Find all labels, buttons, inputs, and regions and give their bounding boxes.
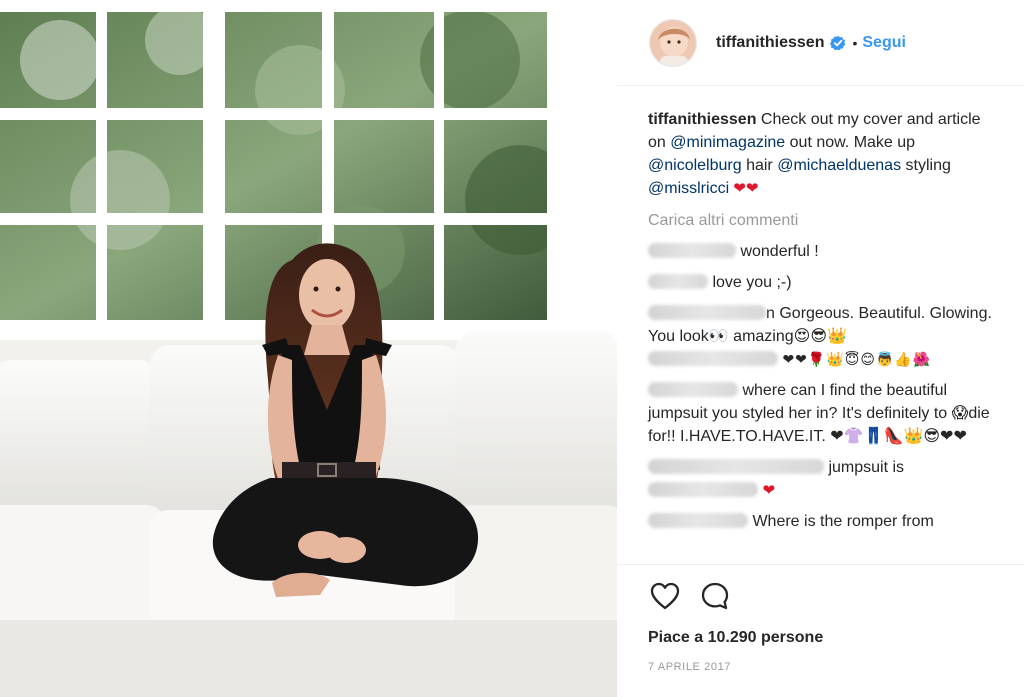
blurred-mention[interactable] <box>648 382 738 397</box>
caption-text: styling <box>901 157 951 174</box>
blurred-mention[interactable] <box>648 351 778 366</box>
post-photo[interactable] <box>0 0 617 697</box>
comments-list[interactable]: tiffanithiessen Check out my cover and a… <box>617 86 1024 564</box>
comment-text: jumpsuit is <box>824 459 905 476</box>
caption-username[interactable]: tiffanithiessen <box>648 111 756 128</box>
comment-item: love you ;-) <box>648 271 996 294</box>
blurred-mention[interactable] <box>648 482 758 497</box>
likes-count[interactable]: Piace a 10.290 persone <box>648 629 1024 647</box>
mention-link[interactable]: @misslricci <box>648 180 729 197</box>
post-date[interactable]: 7 APRILE 2017 <box>648 661 1024 673</box>
comment-bubble-icon[interactable] <box>698 579 732 613</box>
header-separator: • <box>852 34 858 51</box>
comment-emoji: ❤❤🌹👑😇😊👼👍🌺 <box>782 351 932 367</box>
avatar-image <box>650 19 696 66</box>
mention-link[interactable]: @michaelduenas <box>777 157 901 174</box>
comment-text: wonderful ! <box>736 243 819 260</box>
comment-item: Where is the romper from <box>648 510 996 533</box>
heart-emoji: ❤❤ <box>729 180 759 197</box>
comment-text: Where is the romper from <box>748 513 934 530</box>
verified-badge-icon <box>830 35 846 51</box>
mention-link[interactable]: @nicolelburg <box>648 157 742 174</box>
blurred-username[interactable] <box>648 459 824 474</box>
comment-item: wonderful ! <box>648 240 996 263</box>
heart-outline-icon[interactable] <box>648 579 682 613</box>
post-actions: Piace a 10.290 persone 7 APRILE 2017 <box>617 564 1024 697</box>
photo-illustration <box>0 0 617 697</box>
comment-item: jumpsuit is ❤ <box>648 456 996 502</box>
blurred-username[interactable] <box>648 305 766 320</box>
blurred-username[interactable] <box>648 513 748 528</box>
blurred-username[interactable] <box>648 274 708 289</box>
comment-item: n Gorgeous. Beautiful. Glowing. You look… <box>648 302 996 371</box>
heart-emoji: ❤ <box>762 482 776 499</box>
avatar[interactable] <box>649 18 697 67</box>
post-caption: tiffanithiessen Check out my cover and a… <box>648 108 996 200</box>
follow-button[interactable]: Segui <box>862 34 906 52</box>
comment-item: where can I find the beautiful jumpsuit … <box>648 379 996 448</box>
blurred-username[interactable] <box>648 243 736 258</box>
caption-text: out now. Make up <box>785 134 916 151</box>
action-icons <box>648 579 1024 613</box>
header-username[interactable]: tiffanithiessen <box>716 34 824 52</box>
caption-text: hair <box>741 157 778 174</box>
post-header: tiffanithiessen • Segui <box>617 0 1024 86</box>
mention-link[interactable]: @minimagazine <box>670 134 785 151</box>
post-side-panel: tiffanithiessen • Segui tiffanithiessen … <box>617 0 1024 697</box>
load-more-comments-button[interactable]: Carica altri commenti <box>648 209 996 232</box>
comment-text: love you ;-) <box>708 274 792 291</box>
